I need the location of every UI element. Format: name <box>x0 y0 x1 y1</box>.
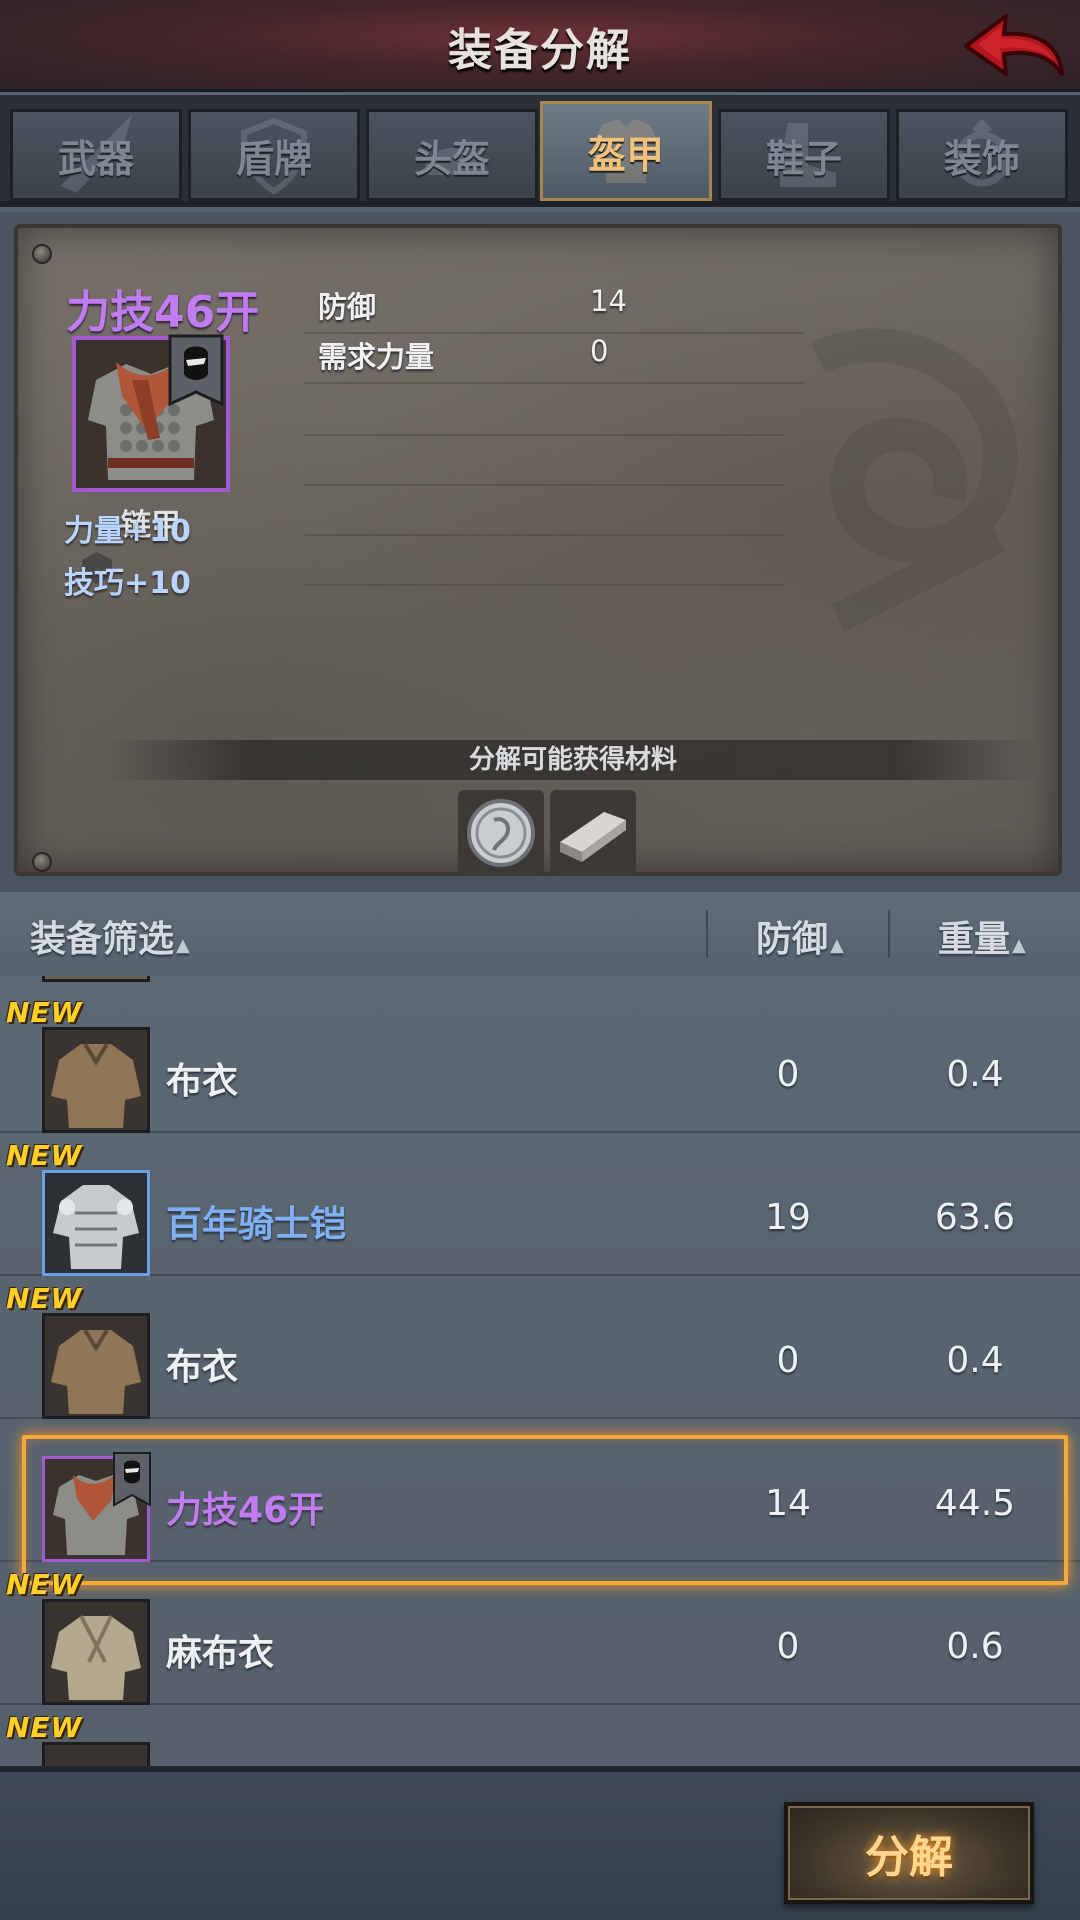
tab-label: 头盔 <box>413 136 490 181</box>
divider <box>304 584 784 586</box>
item-weight: 0.6 <box>946 1626 1004 1667</box>
stat-row-strength-req: 需求力量 0 <box>304 334 804 384</box>
emblem-watermark-icon <box>810 328 1018 632</box>
iron-ingot-icon <box>560 812 626 862</box>
list-item-selected[interactable]: 力技46开 14 44.5 <box>0 1419 1080 1585</box>
cloth-shirt-icon <box>45 1030 147 1130</box>
weight-label: 重量 <box>938 919 1011 960</box>
item-name: 百年骑士铠 <box>166 1204 347 1245</box>
material-slot[interactable] <box>458 790 544 876</box>
new-badge: NEW <box>6 996 83 1029</box>
top-bar: 装备分解 <box>0 0 1080 92</box>
tab-weapon[interactable]: 武器 <box>10 109 182 201</box>
sort-triangle-icon: ▲ <box>830 935 844 956</box>
item-defense: 0 <box>776 1626 800 1667</box>
item-name: 力技46开 <box>166 1490 325 1531</box>
filter-button[interactable]: 装备筛选 ▲ <box>30 910 190 962</box>
silver-coin-icon <box>467 799 535 867</box>
tab-armor[interactable]: 盔甲 <box>540 101 712 201</box>
sort-defense-button[interactable]: 防御 ▲ <box>756 910 844 962</box>
list-item[interactable]: NEW <box>0 1705 1080 1766</box>
stat-label: 防御 <box>318 290 377 324</box>
equipment-list[interactable]: NEW 布衣 0 0.4 NEW 百年骑士铠 19 63.6 NEW 布衣 0 … <box>0 976 1080 1766</box>
stat-value: 0 <box>590 334 609 368</box>
back-arrow-icon <box>964 14 1064 76</box>
item-defense: 0 <box>776 1340 800 1381</box>
materials-title: 分解可能获得材料 <box>108 740 1038 780</box>
back-button[interactable] <box>958 8 1068 84</box>
item-name: 麻布衣 <box>166 1633 275 1674</box>
divider <box>706 910 708 958</box>
detail-panel: 力技46开 链甲 力量+10 技巧+10 防御 14 需求力量 0 分解可能获得… <box>0 212 1080 892</box>
item-weight: 63.6 <box>934 1197 1016 1238</box>
item-thumb <box>42 1313 150 1419</box>
divider <box>304 484 784 486</box>
decompose-label: 分解 <box>865 1832 953 1883</box>
rivet-icon <box>32 852 52 872</box>
stat-value: 14 <box>590 284 627 318</box>
chainmail-armor-icon <box>45 1459 147 1559</box>
filter-label: 装备筛选 <box>30 919 175 960</box>
material-slot[interactable] <box>550 790 636 876</box>
bonus-strength: 力量+10 <box>64 514 191 549</box>
item-name: 布衣 <box>166 1061 239 1102</box>
new-badge: NEW <box>6 1568 83 1601</box>
divider <box>888 910 890 958</box>
item-defense: 19 <box>765 1197 811 1238</box>
item-defense: 0 <box>776 1054 800 1095</box>
sort-triangle-icon: ▲ <box>176 935 190 956</box>
category-tabs: 武器 盾牌 头盔 盔甲 鞋子 装饰 <box>0 95 1080 207</box>
bottom-bar: 分解 <box>0 1766 1080 1920</box>
cloth-shirt-icon <box>45 1316 147 1416</box>
list-header: 装备筛选 ▲ 防御 ▲ 重量 ▲ <box>0 892 1080 976</box>
bonus-skill: 技巧+10 <box>64 566 191 601</box>
item-thumb <box>42 1742 150 1766</box>
stat-row-defense: 防御 14 <box>304 284 804 334</box>
tab-label: 装饰 <box>943 136 1020 181</box>
item-weight: 0.4 <box>946 1054 1004 1095</box>
defense-label: 防御 <box>756 919 829 960</box>
class-banner-icon <box>113 1452 151 1507</box>
armor-icon <box>45 1745 147 1766</box>
list-item[interactable]: NEW 麻布衣 0 0.6 <box>0 1562 1080 1705</box>
tab-label: 盔甲 <box>587 132 664 177</box>
list-item[interactable]: NEW 布衣 0 0.4 <box>0 990 1080 1133</box>
item-thumb <box>42 1170 150 1276</box>
list-item[interactable]: NEW 百年骑士铠 19 63.6 <box>0 1133 1080 1276</box>
parchment-card: 力技46开 链甲 力量+10 技巧+10 防御 14 需求力量 0 分解可能获得… <box>14 224 1062 876</box>
plate-armor-icon <box>45 1173 147 1273</box>
decompose-button[interactable]: 分解 <box>784 1802 1034 1904</box>
tab-label: 武器 <box>57 136 134 181</box>
tab-label: 鞋子 <box>765 136 842 181</box>
item-thumb <box>42 1027 150 1133</box>
sort-weight-button[interactable]: 重量 ▲ <box>938 910 1026 962</box>
item-thumb <box>42 1456 150 1562</box>
item-weight: 44.5 <box>934 1483 1016 1524</box>
tab-helmet[interactable]: 头盔 <box>366 109 538 201</box>
item-name: 力技46开 <box>66 287 260 338</box>
list-item-partial <box>42 976 150 982</box>
divider <box>304 534 784 536</box>
stat-label: 需求力量 <box>318 340 435 374</box>
item-weight: 0.4 <box>946 1340 1004 1381</box>
tab-shield[interactable]: 盾牌 <box>188 109 360 201</box>
rivet-icon <box>32 244 52 264</box>
sort-triangle-icon: ▲ <box>1012 935 1026 956</box>
linen-shirt-icon <box>45 1602 147 1702</box>
item-name: 布衣 <box>166 1347 239 1388</box>
tab-label: 盾牌 <box>235 136 312 181</box>
new-badge: NEW <box>6 1139 83 1172</box>
tab-accessory[interactable]: 装饰 <box>896 109 1068 201</box>
item-defense: 14 <box>765 1483 811 1524</box>
tab-boots[interactable]: 鞋子 <box>718 109 890 201</box>
class-banner-icon <box>168 334 224 407</box>
new-badge: NEW <box>6 1282 83 1315</box>
new-badge: NEW <box>6 1711 83 1744</box>
divider <box>304 434 784 436</box>
item-thumb <box>42 1599 150 1705</box>
page-title: 装备分解 <box>448 25 632 76</box>
list-item[interactable]: NEW 布衣 0 0.4 <box>0 1276 1080 1419</box>
